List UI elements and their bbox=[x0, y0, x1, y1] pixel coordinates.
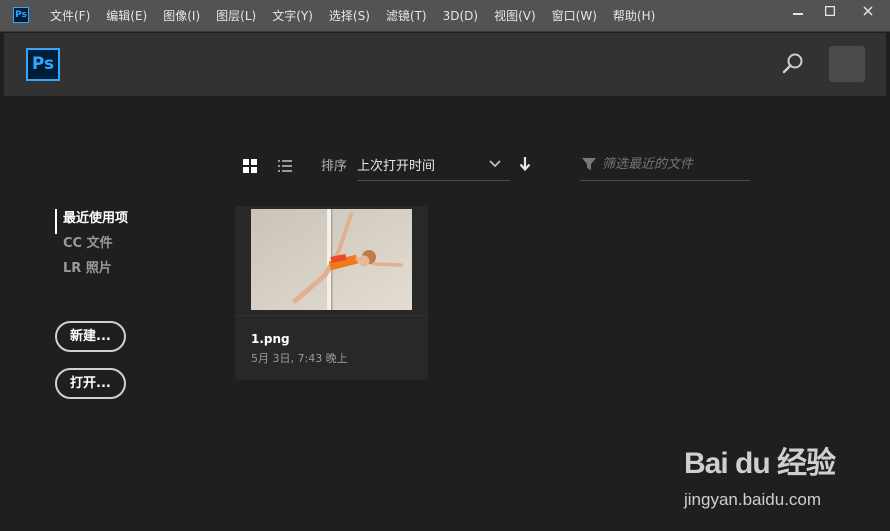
sidebar-item-cc-files[interactable]: CC 文件 bbox=[55, 234, 128, 259]
list-view-button[interactable] bbox=[277, 158, 293, 174]
menu-filter[interactable]: 滤镜(T) bbox=[378, 0, 435, 32]
menu-bar: 文件(F) 编辑(E) 图像(I) 图层(L) 文字(Y) 选择(S) 滤镜(T… bbox=[42, 0, 663, 32]
arrow-down-icon bbox=[519, 157, 531, 172]
menu-window[interactable]: 窗口(W) bbox=[544, 0, 605, 32]
list-view-icon bbox=[278, 160, 292, 172]
close-icon bbox=[863, 6, 873, 16]
sidebar-item-recent[interactable]: 最近使用项 bbox=[55, 209, 128, 234]
app-header: Ps bbox=[4, 33, 886, 96]
sort-direction-button[interactable] bbox=[518, 156, 532, 176]
menu-view[interactable]: 视图(V) bbox=[486, 0, 544, 32]
maximize-icon bbox=[825, 6, 835, 16]
filter-icon bbox=[582, 158, 596, 170]
file-thumbnail-area bbox=[235, 206, 428, 316]
grid-view-icon bbox=[243, 159, 257, 173]
menu-type[interactable]: 文字(Y) bbox=[264, 0, 321, 32]
watermark-brand: Bai du 经验 bbox=[684, 447, 836, 480]
baidu-watermark: Bai du 经验 jingyan.baidu.com bbox=[684, 438, 874, 513]
sort-value: 上次打开时间 bbox=[357, 159, 436, 174]
title-bar: Ps 文件(F) 编辑(E) 图像(I) 图层(L) 文字(Y) 选择(S) 滤… bbox=[0, 0, 890, 32]
photoshop-app-icon[interactable]: Ps bbox=[13, 7, 29, 23]
watermark-url: jingyan.baidu.com bbox=[684, 490, 822, 509]
filter-field bbox=[580, 148, 750, 181]
search-icon bbox=[782, 53, 803, 74]
filter-input[interactable] bbox=[602, 152, 747, 176]
user-avatar[interactable] bbox=[829, 46, 865, 82]
window-controls bbox=[782, 0, 890, 22]
sidebar-item-lr-photos[interactable]: LR 照片 bbox=[55, 259, 128, 284]
maximize-button[interactable] bbox=[814, 0, 846, 22]
files-toolbar: 排序 上次打开时间 bbox=[240, 148, 760, 182]
file-thumbnail bbox=[251, 209, 412, 310]
recent-file-card[interactable]: 1.png 5月 3日, 7:43 晚上 bbox=[235, 206, 428, 380]
sidebar-nav: 最近使用项 CC 文件 LR 照片 bbox=[55, 209, 128, 284]
menu-edit[interactable]: 编辑(E) bbox=[98, 0, 155, 32]
sort-label: 排序 bbox=[321, 159, 348, 174]
menu-file[interactable]: 文件(F) bbox=[42, 0, 98, 32]
chevron-down-icon bbox=[489, 160, 501, 168]
open-button[interactable]: 打开... bbox=[55, 368, 126, 399]
photoshop-logo: Ps bbox=[26, 48, 60, 81]
sort-dropdown[interactable]: 上次打开时间 bbox=[357, 148, 510, 181]
menu-3d[interactable]: 3D(D) bbox=[435, 0, 486, 32]
menu-image[interactable]: 图像(I) bbox=[155, 0, 208, 32]
file-date: 5月 3日, 7:43 晚上 bbox=[251, 352, 348, 365]
menu-help[interactable]: 帮助(H) bbox=[605, 0, 663, 32]
minimize-icon bbox=[793, 13, 803, 15]
close-button[interactable] bbox=[846, 0, 890, 22]
file-name: 1.png bbox=[251, 332, 290, 346]
menu-layer[interactable]: 图层(L) bbox=[208, 0, 264, 32]
search-button[interactable] bbox=[780, 51, 806, 77]
grid-view-button[interactable] bbox=[242, 158, 258, 174]
minimize-button[interactable] bbox=[782, 0, 814, 22]
thumbnail-image bbox=[251, 209, 412, 310]
new-button[interactable]: 新建... bbox=[55, 321, 126, 352]
menu-select[interactable]: 选择(S) bbox=[321, 0, 378, 32]
